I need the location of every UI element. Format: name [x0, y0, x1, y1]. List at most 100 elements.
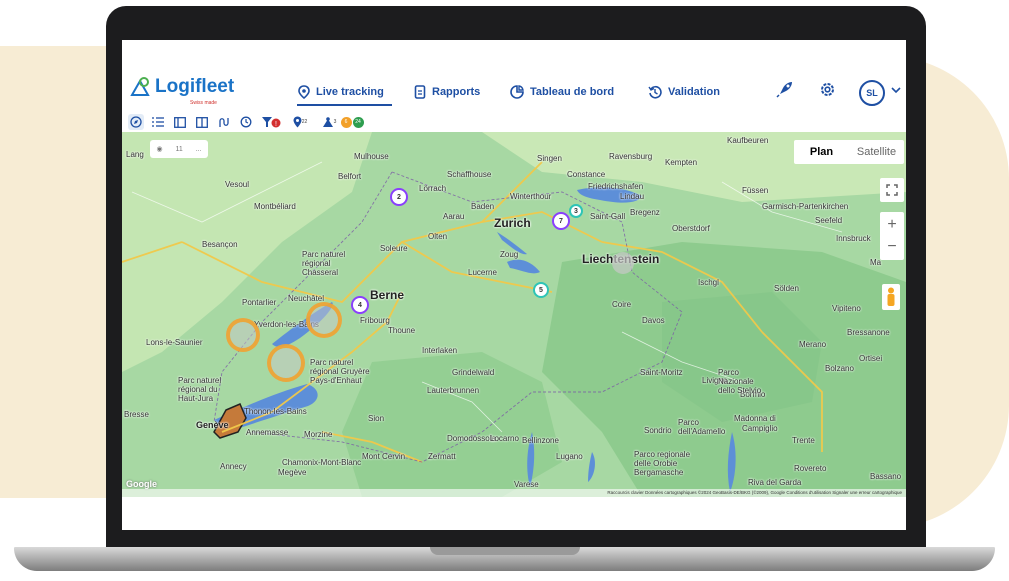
city-label: Megève	[278, 468, 307, 477]
city-label: Lörrach	[419, 184, 447, 193]
city-label: Belfort	[338, 172, 362, 181]
city-label: Ischgl	[698, 278, 719, 287]
pins-button[interactable]: 22	[288, 114, 312, 130]
city-label: Singen	[537, 154, 562, 163]
city-label: Baden	[471, 202, 495, 211]
city-label: Annemasse	[246, 428, 289, 437]
vehicle-group-marker[interactable]	[612, 252, 634, 274]
fullscreen-button[interactable]	[880, 178, 904, 202]
city-label: Friedrichshafen	[588, 182, 644, 191]
vehicle-cluster[interactable]: 5	[533, 282, 549, 298]
chevron-down-icon[interactable]	[891, 86, 901, 94]
users-button[interactable]: 3	[318, 114, 340, 130]
city-label: Füssen	[742, 186, 769, 195]
vehicle-group-marker[interactable]	[267, 344, 305, 382]
orange-status-badge[interactable]: 6	[340, 114, 352, 130]
vehicle-cluster[interactable]: 3	[569, 204, 583, 218]
nav-validation-label: Validation	[668, 86, 720, 98]
green-status-badge[interactable]: 24	[352, 114, 364, 130]
city-label: Ma	[870, 258, 882, 267]
city-label: Winterthour	[510, 192, 552, 201]
vehicle-cluster[interactable]: 7	[552, 212, 570, 230]
map-type-satellite[interactable]: Satellite	[849, 140, 904, 164]
vehicle-cluster[interactable]: 4	[351, 296, 369, 314]
city-label: Zermatt	[428, 452, 456, 461]
logo-icon	[130, 77, 150, 96]
city-label: Lang	[126, 150, 144, 159]
vehicle-cluster[interactable]: 2	[390, 188, 408, 206]
map-view[interactable]: Mulhouse Lörrach Belfort Vesoul Montbéli…	[122, 132, 906, 497]
compass-button[interactable]	[128, 114, 144, 130]
city-label: Bellinzone	[522, 436, 559, 445]
city-label: Trente	[792, 436, 815, 445]
vehicle-group-marker[interactable]	[306, 302, 342, 338]
route-icon	[219, 118, 229, 127]
columns-icon	[196, 116, 208, 128]
nav-live-tracking-label: Live tracking	[316, 86, 384, 98]
city-label: Innsbruck	[836, 234, 871, 243]
city-label: Domodossola	[447, 434, 496, 443]
panel-button[interactable]	[172, 114, 188, 130]
laptop-notch	[430, 547, 580, 555]
history-button[interactable]	[238, 114, 254, 130]
city-label: Morzine	[304, 430, 333, 439]
city-label-geneve: Genève	[196, 420, 229, 430]
user-avatar[interactable]: SL	[859, 80, 885, 106]
city-label: Lugano	[556, 452, 583, 461]
city-label: Lons-le-Saunier	[146, 338, 203, 347]
logo[interactable]: Logifleet Swiss made	[130, 76, 235, 106]
svg-text:!: !	[275, 121, 277, 128]
city-label: Bresse	[124, 410, 149, 419]
city-label: Seefeld	[815, 216, 843, 225]
city-label: Ortisei	[859, 354, 883, 363]
nav-validation[interactable]: Validation	[648, 85, 720, 99]
pie-chart-icon	[510, 85, 524, 99]
city-label: Interlaken	[422, 346, 458, 355]
city-label-zurich: Zurich	[494, 216, 531, 230]
city-label: Kaufbeuren	[727, 136, 769, 145]
map-chip-count: 11	[175, 145, 183, 153]
map-filter-chip[interactable]: ◉ 11 ...	[150, 140, 208, 158]
city-label: Chamonix-Mont-Blanc	[282, 458, 362, 467]
zoom-controls: + −	[880, 212, 904, 260]
logo-text: Logifleet	[155, 76, 235, 97]
orange-badge-count: 6	[340, 116, 352, 128]
city-label: Aarau	[443, 212, 465, 221]
columns-button[interactable]	[194, 114, 210, 130]
city-label: Grindelwald	[452, 368, 495, 377]
filter-button[interactable]: !	[260, 114, 282, 130]
nav-live-tracking[interactable]: Live tracking	[298, 85, 384, 99]
map-type-plan[interactable]: Plan	[794, 140, 849, 164]
city-label: Campiglio	[742, 424, 778, 433]
city-label: Mulhouse	[354, 152, 389, 161]
panel-icon	[174, 116, 186, 128]
city-label-berne: Berne	[370, 288, 405, 302]
city-label: Montbéliard	[254, 202, 296, 211]
more-options[interactable]: ...	[196, 146, 202, 153]
nav-rapports-label: Rapports	[432, 86, 481, 98]
gear-icon[interactable]	[819, 81, 836, 98]
city-label: Bassano	[870, 472, 902, 481]
vehicle-group-marker[interactable]	[226, 318, 260, 352]
nav-tableau-de-bord[interactable]: Tableau de bord	[510, 85, 614, 99]
park-label: Parc naturel régional Gruyère Pays-d'Enh…	[310, 358, 370, 385]
city-label: Thoune	[388, 326, 416, 335]
city-label: Annecy	[220, 462, 247, 471]
city-label: Bolzano	[825, 364, 854, 373]
city-label: Sölden	[774, 284, 799, 293]
map-attribution[interactable]: Raccourcis clavier Données cartographiqu…	[122, 489, 906, 497]
city-label: Rovereto	[794, 464, 827, 473]
pegman-icon	[887, 287, 895, 306]
nav-rapports[interactable]: Rapports	[414, 85, 480, 99]
zoom-in-button[interactable]: +	[887, 214, 896, 236]
list-button[interactable]	[150, 114, 166, 130]
city-label: Besançon	[202, 240, 238, 249]
route-button[interactable]	[216, 114, 232, 130]
park-label: Parc naturel régional Chasseral	[302, 250, 346, 277]
street-view-pegman[interactable]	[882, 284, 900, 310]
zoom-out-button[interactable]: −	[887, 236, 896, 258]
rocket-icon[interactable]	[776, 80, 794, 98]
map-type-toggle: Plan Satellite	[794, 140, 904, 164]
city-label: Lindau	[620, 192, 645, 201]
city-label: Merano	[799, 340, 827, 349]
